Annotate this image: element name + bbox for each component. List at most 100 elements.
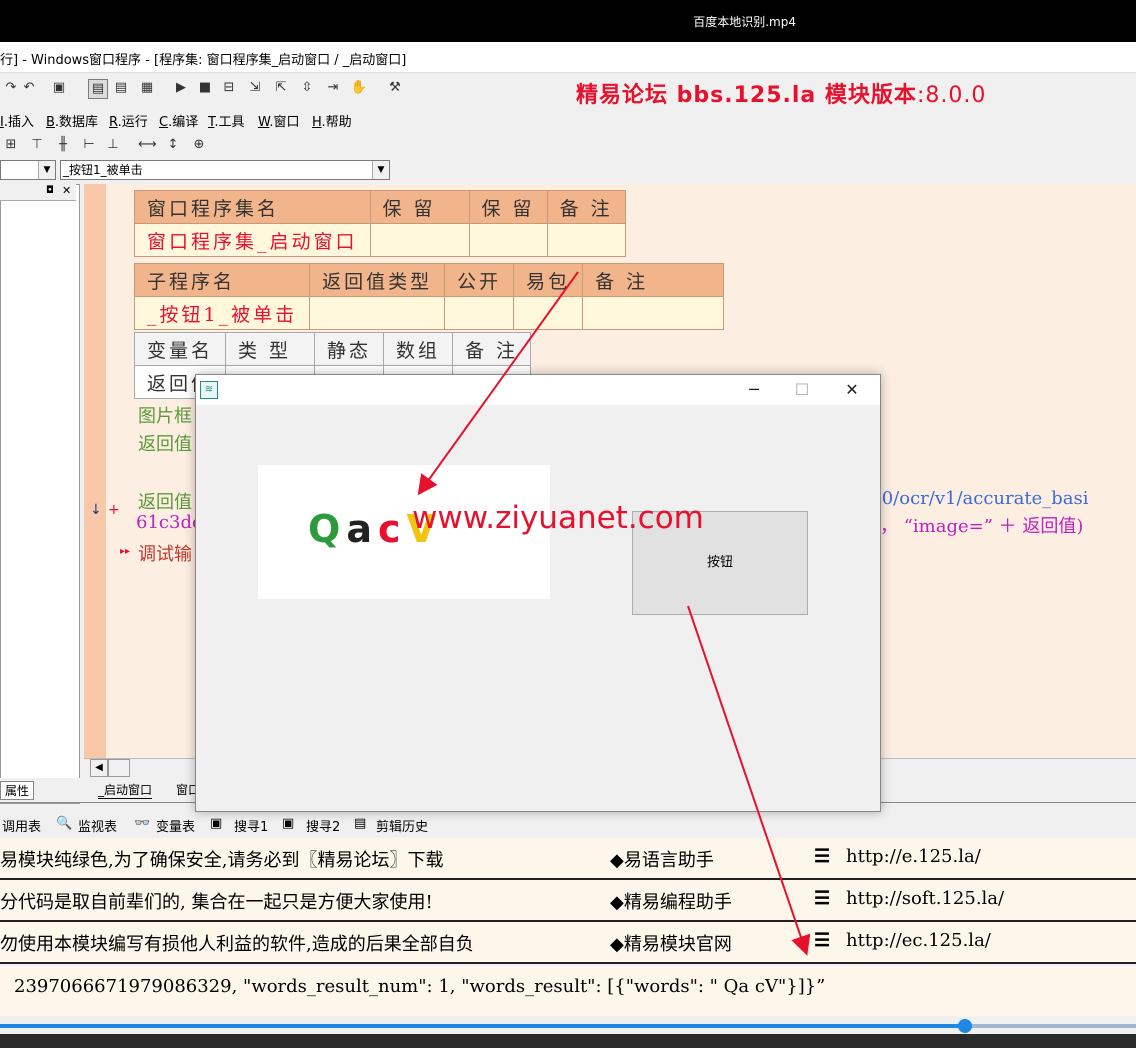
align-space-icon[interactable]: ⊢ — [80, 136, 98, 154]
video-title-bar: 百度本地识别.mp4 — [0, 0, 1136, 42]
table-header: 备 注 — [452, 332, 532, 366]
expand-icon[interactable]: + — [108, 502, 120, 518]
object-select[interactable]: ▼ — [0, 160, 56, 180]
same-height-icon[interactable]: ↕ — [164, 136, 182, 154]
table-cell[interactable]: 窗口程序集_启动窗口 — [134, 223, 371, 257]
layout-3-icon[interactable]: ▦ — [138, 79, 156, 97]
video-progress-bar[interactable] — [0, 1024, 965, 1028]
tab-var-table[interactable]: 变量表 — [156, 816, 195, 835]
menu-run[interactable]: R.运行 — [109, 111, 148, 130]
video-progress-remaining[interactable] — [965, 1024, 1136, 1028]
close-icon[interactable]: ✕ — [830, 379, 874, 401]
find-icon: ▣ — [282, 816, 295, 831]
chevron-down-icon: ▼ — [38, 161, 55, 179]
step-over-icon[interactable]: ⇱ — [272, 79, 290, 97]
same-width-icon[interactable]: ⟷ — [138, 136, 157, 154]
message-url[interactable]: http://e.125.la/ — [846, 846, 981, 867]
message-text: 易模块纯绿色,为了确保安全,请务必到〖精易论坛〗下载 — [0, 850, 444, 871]
subroutine-table: 子程序名 返回值类型 公开 易包 备 注 _按钮1_被单击 — [133, 263, 725, 330]
layout-1-icon[interactable]: ▤ — [88, 79, 108, 99]
menu-tools[interactable]: T.工具 — [208, 111, 245, 130]
message-link-label[interactable]: ◆精易模块官网 — [610, 930, 732, 956]
list-item: 勿使用本模块编写有损他人利益的软件,造成的后果全部自负 ◆精易模块官网 ☰ ht… — [0, 922, 1136, 964]
table-header: 公开 — [444, 263, 515, 297]
tab-search2[interactable]: 搜寻2 — [306, 816, 340, 835]
menu-insert[interactable]: I.插入 — [0, 111, 34, 130]
stop-icon[interactable]: ■ — [196, 79, 214, 97]
step-icon[interactable]: ⊟ — [220, 79, 238, 97]
table-header: 变量名 — [133, 332, 227, 366]
hand-icon[interactable]: ✋ — [350, 79, 368, 97]
menu-help[interactable]: H.帮助 — [312, 111, 352, 130]
tab-properties[interactable]: 属性 — [0, 781, 35, 800]
menu-icon: ☰ — [814, 888, 831, 909]
redo-icon[interactable]: ↷ — [2, 79, 20, 97]
tab-watch-table[interactable]: 监视表 — [78, 816, 117, 835]
combo-row: ▼ _按钮1_被单击 ▼ — [0, 158, 400, 182]
menu-compile[interactable]: C.编译 — [159, 111, 198, 130]
glasses-icon: 👓 — [134, 816, 151, 831]
table-cell[interactable] — [444, 296, 515, 330]
code-line[interactable]: 图片框 — [138, 402, 192, 428]
video-progress-handle[interactable] — [958, 1019, 972, 1033]
table-cell[interactable] — [309, 296, 446, 330]
tab-clip-history[interactable]: 剪辑历史 — [376, 816, 428, 835]
scroll-left-icon[interactable]: ◀ — [90, 759, 108, 777]
code-line[interactable]: 返回值 — [138, 430, 192, 456]
table-header: 保 留 — [468, 190, 548, 224]
video-controls-strip — [0, 1034, 1136, 1048]
close-icon[interactable]: ✕ — [62, 184, 71, 197]
menu-database[interactable]: B.数据库 — [46, 111, 98, 130]
code-line-tail[interactable]: ， “image=” ＋ 返回值) — [880, 512, 1083, 538]
code-line[interactable]: 61c3dc — [136, 512, 202, 533]
tab-search1[interactable]: 搜寻1 — [234, 816, 268, 835]
arrow-marker-icon: ▸▸ — [120, 546, 131, 557]
left-panel-header: ◘ ✕ — [0, 184, 76, 201]
code-line[interactable]: 调试输 — [138, 540, 192, 566]
step-out-icon[interactable]: ⇳ — [298, 79, 316, 97]
table-cell[interactable] — [546, 223, 626, 257]
align-bottom-icon[interactable]: ⊥ — [104, 136, 122, 154]
breakpoint-marker-icon[interactable]: ↓ — [90, 502, 102, 518]
undo-icon[interactable]: ↶ — [20, 79, 38, 97]
app-window-titlebar[interactable]: ≋ ─ ☐ ✕ — [196, 375, 880, 405]
align-center-icon[interactable]: ╫ — [54, 136, 72, 154]
layout-2-icon[interactable]: ▤ — [112, 79, 130, 97]
menu-window[interactable]: W.窗口 — [258, 111, 300, 130]
table-cell[interactable] — [582, 296, 725, 330]
minimize-icon[interactable]: ─ — [732, 379, 776, 401]
align-top-icon[interactable]: ⊤ — [28, 136, 46, 154]
maximize-icon[interactable]: ☐ — [780, 379, 824, 401]
table-cell[interactable] — [468, 223, 548, 257]
tab-call-table[interactable]: 调用表 — [2, 816, 41, 835]
message-url[interactable]: http://ec.125.la/ — [846, 930, 991, 951]
find-icon[interactable]: ▣ — [50, 79, 68, 97]
tab-start-window[interactable]: _启动窗口 — [98, 781, 153, 799]
video-title: 百度本地识别.mp4 — [693, 15, 796, 29]
code-line-tail[interactable]: .0/ocr/v1/accurate_basi — [876, 488, 1088, 509]
event-select[interactable]: _按钮1_被单击 ▼ — [60, 160, 390, 180]
banner-version: :8.0.0 — [916, 83, 987, 108]
align-left-icon[interactable]: ⊞ — [2, 136, 20, 154]
result-text: 2397066671979086329, "words_result_num":… — [14, 976, 826, 997]
list-item: 易模块纯绿色,为了确保安全,请务必到〖精易论坛〗下载 ◆易语言助手 ☰ http… — [0, 838, 1136, 880]
same-size-icon[interactable]: ⊕ — [190, 136, 208, 154]
wizard-icon[interactable]: ⚒ — [386, 79, 404, 97]
message-link-label[interactable]: ◆易语言助手 — [610, 846, 714, 872]
table-cell[interactable]: _按钮1_被单击 — [133, 296, 311, 330]
banner-brand: 精易论坛 bbs.125.la 模块版本 — [576, 83, 917, 108]
table-cell[interactable] — [513, 296, 584, 330]
restore-icon[interactable]: ◘ — [46, 185, 54, 196]
message-link-label[interactable]: ◆精易编程助手 — [610, 888, 732, 914]
step-into-icon[interactable]: ⇲ — [246, 79, 264, 97]
table-header: 保 留 — [369, 190, 470, 224]
menu-bar: I.插入 B.数据库 R.运行 C.编译 T.工具 W.窗口 H.帮助 — [0, 108, 700, 132]
code-line[interactable]: 返回值 — [138, 488, 192, 514]
table-cell[interactable] — [369, 223, 470, 257]
message-text: 勿使用本模块编写有损他人利益的软件,造成的后果全部自负 — [0, 934, 474, 955]
scroll-thumb[interactable] — [108, 759, 130, 777]
left-panel — [0, 184, 80, 804]
run-to-cursor-icon[interactable]: ⇥ — [324, 79, 342, 97]
run-icon[interactable]: ▶ — [172, 79, 190, 97]
message-url[interactable]: http://soft.125.la/ — [846, 888, 1004, 909]
